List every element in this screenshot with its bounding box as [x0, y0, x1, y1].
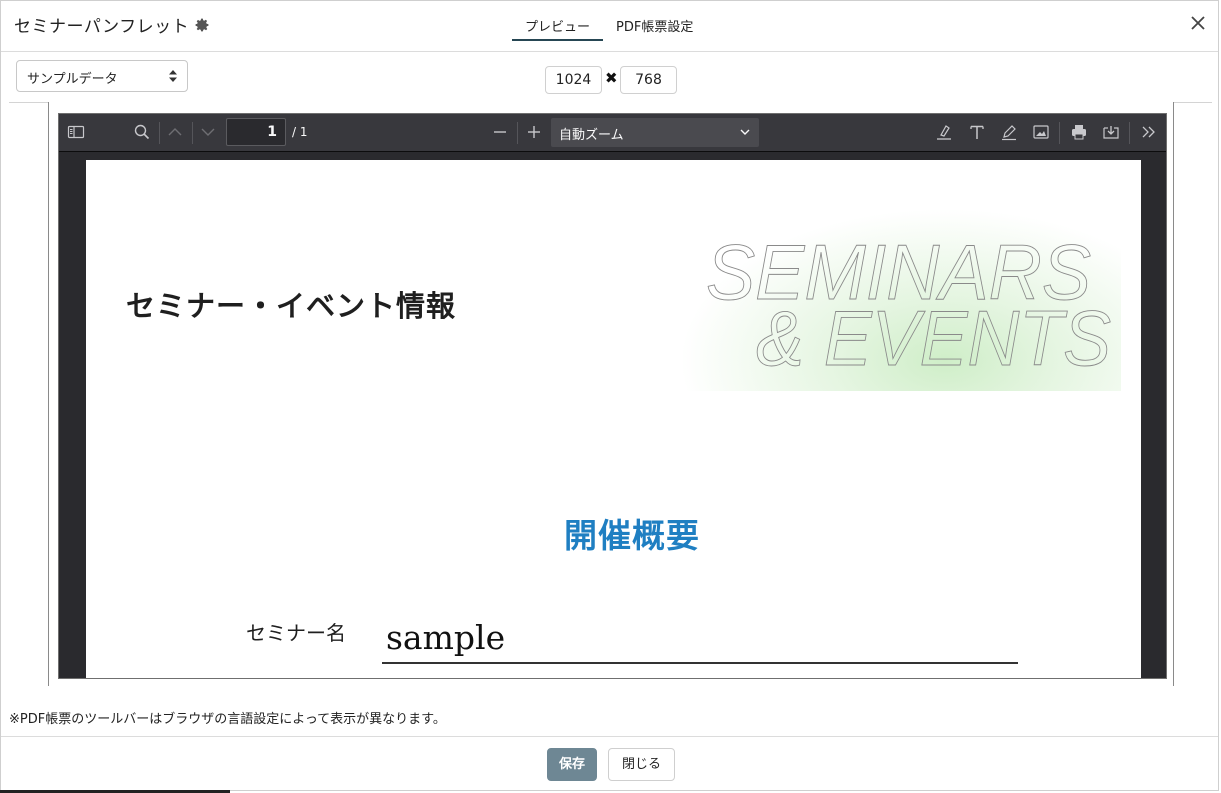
- text-icon[interactable]: [968, 123, 986, 141]
- width-input[interactable]: [545, 66, 602, 94]
- toolbar-separator: [1129, 122, 1130, 144]
- field-underline: [382, 662, 1018, 664]
- save-button[interactable]: 保存: [547, 748, 597, 781]
- hero-graphic: SEMINARS & EVENTS: [706, 228, 1112, 383]
- more-tools-icon[interactable]: [1140, 123, 1158, 141]
- dialog: セミナーパンフレット プレビュー PDF帳票設定 サンプルデータ ✖: [0, 0, 1219, 791]
- toolbar-separator: [159, 122, 160, 144]
- download-icon[interactable]: [1102, 123, 1120, 141]
- zoom-select-value: 自動ズーム: [559, 128, 624, 143]
- pdf-viewer: / 1 自動ズーム: [58, 113, 1167, 679]
- chevron-down-icon: [740, 129, 750, 135]
- close-icon[interactable]: [1188, 13, 1208, 33]
- page-number-input[interactable]: [226, 118, 286, 146]
- tab-bar: プレビュー PDF帳票設定: [512, 1, 706, 51]
- page-title: セミナー・イベント情報: [126, 289, 457, 323]
- dialog-title: セミナーパンフレット: [14, 17, 190, 37]
- zoom-in-icon[interactable]: [525, 123, 543, 141]
- previous-page-icon[interactable]: [166, 123, 184, 141]
- tab-preview[interactable]: プレビュー: [512, 1, 604, 41]
- field-value: sample: [386, 618, 506, 657]
- field-label: セミナー名: [246, 621, 346, 645]
- close-button[interactable]: 閉じる: [608, 748, 675, 781]
- toolbar-separator: [192, 122, 193, 144]
- section-title: 開催概要: [564, 516, 700, 555]
- draw-icon[interactable]: [1000, 123, 1018, 141]
- sidebar-toggle-icon[interactable]: [67, 123, 85, 141]
- toolbar-language-note: ※PDF帳票のツールバーはブラウザの言語設定によって表示が異なります。: [9, 712, 446, 727]
- print-icon[interactable]: [1070, 123, 1088, 141]
- height-input[interactable]: [620, 66, 677, 94]
- hero-line-2: & EVENTS: [756, 294, 1111, 382]
- sort-arrows-icon: [169, 70, 177, 82]
- pdf-toolbar: / 1 自動ズーム: [59, 114, 1166, 152]
- search-icon[interactable]: [133, 123, 151, 141]
- highlight-icon[interactable]: [935, 123, 953, 141]
- tab-pdf-settings[interactable]: PDF帳票設定: [603, 1, 706, 51]
- times-icon: ✖: [605, 69, 618, 87]
- next-page-icon[interactable]: [199, 123, 217, 141]
- sample-data-select[interactable]: サンプルデータ: [16, 60, 188, 92]
- gear-icon[interactable]: [194, 17, 210, 33]
- toolbar-separator: [1059, 122, 1060, 144]
- dialog-header: セミナーパンフレット プレビュー PDF帳票設定: [1, 1, 1218, 52]
- image-icon[interactable]: [1032, 123, 1050, 141]
- sample-data-select-value: サンプルデータ: [27, 72, 118, 87]
- footer-divider: [1, 736, 1218, 737]
- zoom-out-icon[interactable]: [491, 123, 509, 141]
- pdf-page: SEMINARS & EVENTS セミナー・イベント情報 開催概要 セミナー名…: [86, 160, 1141, 678]
- zoom-select[interactable]: 自動ズーム: [551, 118, 759, 147]
- page-total: / 1: [292, 125, 308, 139]
- toolbar-separator: [517, 122, 518, 144]
